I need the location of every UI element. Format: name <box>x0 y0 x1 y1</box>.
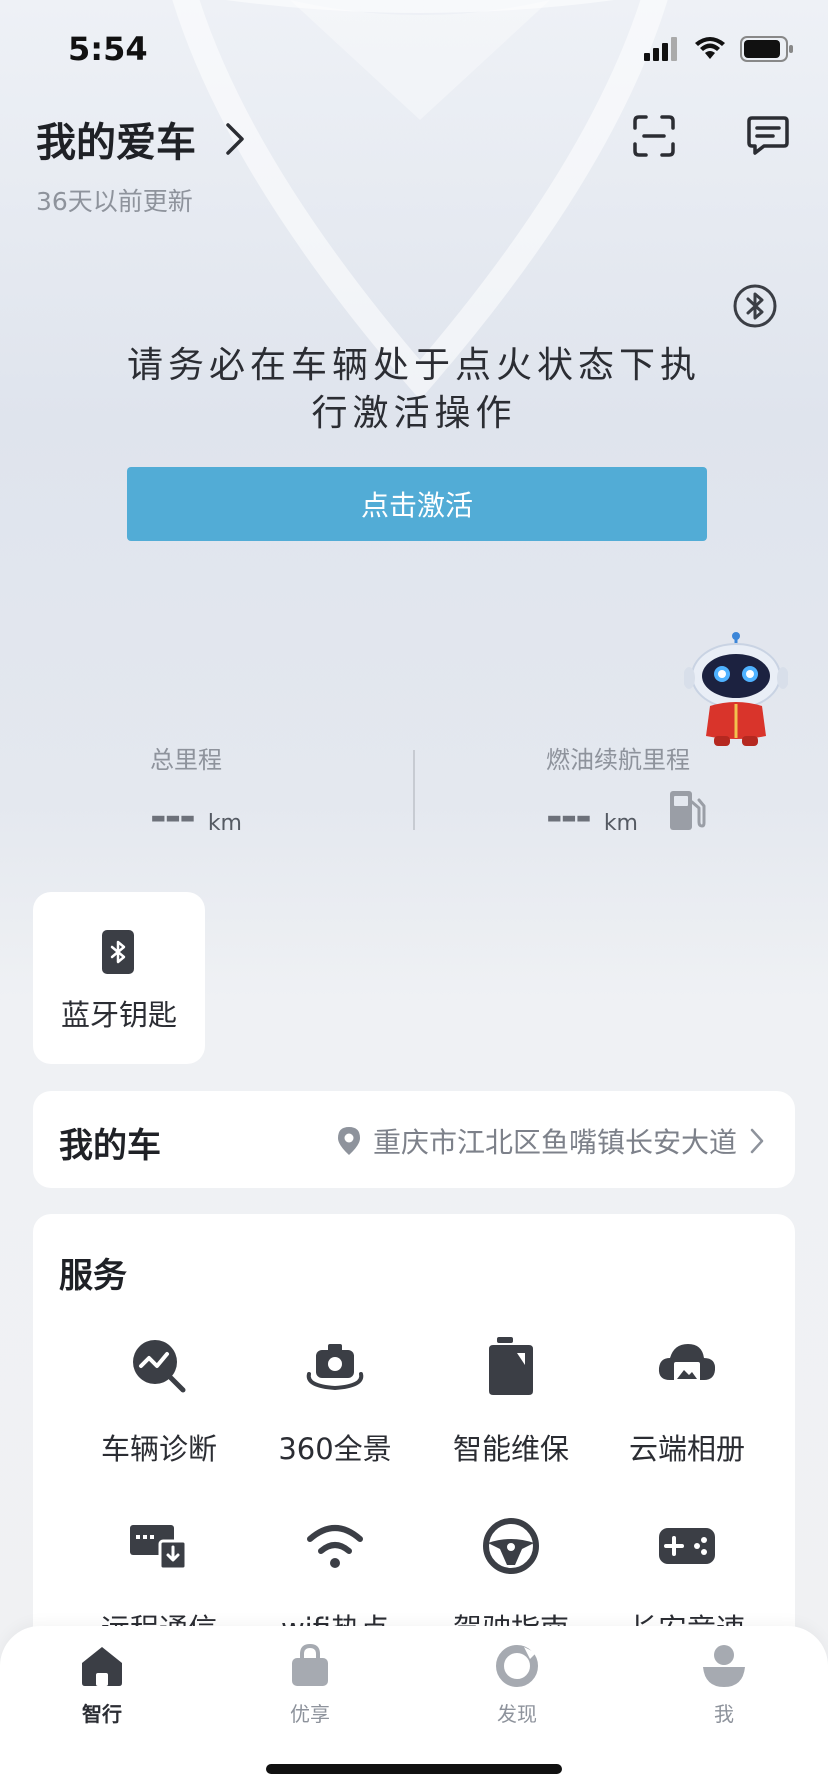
total-mileage: 总里程 --- km <box>150 740 242 837</box>
home-icon <box>78 1642 126 1690</box>
service-cloud-album[interactable]: 云端相册 <box>599 1334 775 1468</box>
tab-enjoy[interactable]: 优享 <box>250 1642 370 1727</box>
service-vehicle-diagnosis[interactable]: 车辆诊断 <box>71 1334 247 1468</box>
panorama-camera-icon <box>303 1334 367 1398</box>
fuel-range-value: --- <box>546 794 592 840</box>
message-icon <box>747 116 789 155</box>
message-button[interactable] <box>740 108 796 164</box>
battery-icon <box>740 36 793 62</box>
chevron-right-icon <box>226 123 244 155</box>
wifi-hotspot-icon <box>303 1514 367 1578</box>
cloud-album-icon <box>655 1334 719 1398</box>
service-smart-maintenance[interactable]: 智能维保 <box>423 1334 599 1468</box>
bluetooth-key-label: 蓝牙钥匙 <box>60 998 177 1032</box>
bluetooth-key-card[interactable]: 蓝牙钥匙 <box>33 892 205 1064</box>
diagnosis-icon <box>127 1334 191 1398</box>
service-360-panorama[interactable]: 360全景 <box>247 1334 423 1468</box>
header: 我的爱车 36天以前更新 <box>0 100 828 220</box>
my-car-card[interactable]: 我的车 重庆市江北区鱼嘴镇长安大道 <box>33 1091 795 1188</box>
cellular-signal-icon <box>644 37 677 61</box>
scan-icon <box>633 115 675 157</box>
location-pin-icon <box>337 1127 360 1155</box>
bluetooth-key-icon <box>102 930 134 974</box>
chevron-right-icon <box>750 1128 764 1154</box>
assistant-mascot-icon[interactable] <box>684 632 788 750</box>
total-mileage-value: --- <box>150 794 196 840</box>
car-location-text: 重庆市江北区鱼嘴镇长安大道 <box>372 1126 737 1159</box>
stats-divider <box>413 750 415 830</box>
service-label: 360全景 <box>278 1432 392 1466</box>
steering-wheel-icon <box>479 1514 543 1578</box>
status-time: 5:54 <box>68 30 148 68</box>
my-car-link[interactable]: 我的爱车 <box>36 110 248 168</box>
services-title: 服务 <box>59 1256 127 1296</box>
total-mileage-unit: km <box>207 811 242 836</box>
my-car-title: 我的车 <box>59 1126 161 1166</box>
remote-communication-icon <box>127 1514 191 1578</box>
fuel-range-label: 燃油续航里程 <box>546 746 690 774</box>
wifi-icon <box>695 37 725 59</box>
bluetooth-status-icon[interactable] <box>732 283 778 329</box>
total-mileage-label: 总里程 <box>150 746 222 774</box>
tab-label: 智行 <box>82 1702 122 1726</box>
maintenance-icon <box>479 1334 543 1398</box>
status-icons <box>644 36 794 62</box>
total-mileage-value-row: --- km <box>150 797 242 837</box>
tab-discover[interactable]: 发现 <box>457 1642 577 1727</box>
tab-label: 我 <box>714 1702 734 1726</box>
page-title: 我的爱车 <box>36 120 196 166</box>
bag-icon <box>286 1642 334 1690</box>
service-label: 车辆诊断 <box>100 1432 217 1466</box>
activation-notice: 请务必在车辆处于点火状态下执行激活操作 <box>126 345 701 434</box>
discover-icon <box>493 1642 541 1690</box>
gamepad-icon <box>655 1514 719 1578</box>
service-label: 智能维保 <box>452 1432 569 1466</box>
tab-smart-travel[interactable]: 智行 <box>42 1642 162 1727</box>
tab-label: 发现 <box>497 1702 537 1726</box>
fuel-pump-icon <box>670 791 706 830</box>
home-indicator[interactable] <box>266 1764 562 1774</box>
tab-label: 优享 <box>290 1702 330 1726</box>
service-label: 云端相册 <box>628 1432 745 1466</box>
fuel-range-unit: km <box>603 811 638 836</box>
car-location[interactable]: 重庆市江北区鱼嘴镇长安大道 <box>337 1121 765 1161</box>
scan-button[interactable] <box>626 108 682 164</box>
profile-icon <box>700 1642 748 1690</box>
tab-me[interactable]: 我 <box>664 1642 784 1727</box>
status-bar: 5:54 <box>0 0 828 100</box>
last-updated-text: 36天以前更新 <box>36 187 193 216</box>
activate-button[interactable]: 点击激活 <box>127 467 707 541</box>
